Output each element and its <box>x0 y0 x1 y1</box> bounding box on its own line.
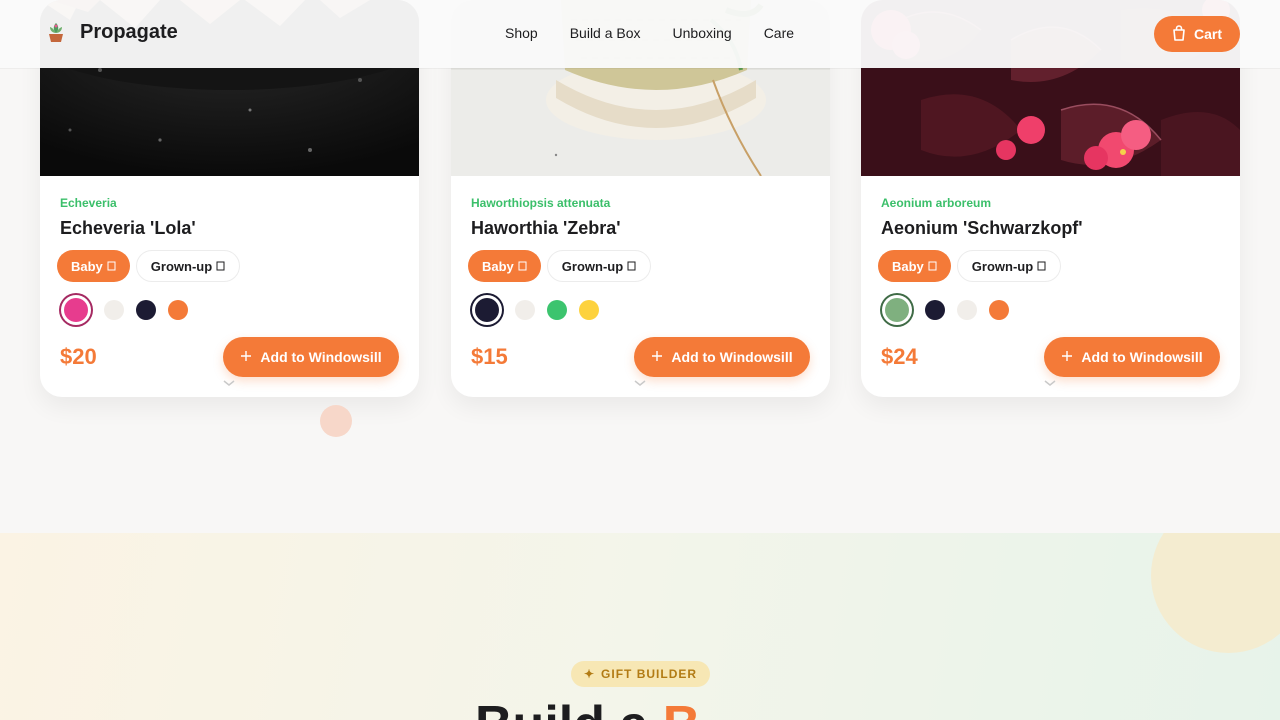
chevron-down-icon[interactable] <box>222 376 236 390</box>
title-start: Build a <box>475 696 648 720</box>
color-swatch-navy[interactable] <box>475 298 499 322</box>
color-swatch-pink[interactable] <box>64 298 88 322</box>
title-accent: B <box>663 696 701 720</box>
color-swatch-green[interactable] <box>547 300 567 320</box>
add-to-windowsill-button[interactable]: Add to Windowsill <box>223 337 399 377</box>
add-to-windowsill-button[interactable]: Add to Windowsill <box>1044 337 1220 377</box>
size-glyph-icon <box>216 259 225 274</box>
color-swatch-cream[interactable] <box>515 300 535 320</box>
add-button-label: Add to Windowsill <box>671 349 793 365</box>
size-label: Baby <box>71 258 103 274</box>
color-swatches <box>471 298 599 322</box>
size-label: Baby <box>482 258 514 274</box>
nav-unboxing[interactable]: Unboxing <box>673 25 732 41</box>
nav-care[interactable]: Care <box>764 25 794 41</box>
size-option-baby[interactable]: Baby <box>57 250 130 282</box>
color-swatch-sage[interactable] <box>885 298 909 322</box>
product-card-body: Aeonium arboreum Aeonium 'Schwarzkopf' B… <box>878 196 1220 377</box>
size-glyph-icon <box>518 259 527 274</box>
color-swatch-cream[interactable] <box>957 300 977 320</box>
product-card-body: Haworthiopsis attenuata Haworthia 'Zebra… <box>468 196 810 377</box>
chevron-down-icon[interactable] <box>633 376 647 390</box>
gift-builder-badge: ✦ GIFT BUILDER <box>571 661 710 687</box>
color-swatches <box>60 298 188 322</box>
main-nav: Shop Build a Box Unboxing Care <box>505 25 794 41</box>
nav-shop[interactable]: Shop <box>505 25 538 41</box>
size-glyph-icon <box>107 259 116 274</box>
botanical-name: Echeveria <box>60 196 117 210</box>
color-swatch-orange[interactable] <box>989 300 1009 320</box>
plus-icon <box>240 349 252 365</box>
cart-label: Cart <box>1193 26 1222 42</box>
succulent-logo-icon <box>44 20 68 44</box>
size-selector: Baby Grown-up <box>878 250 1062 282</box>
botanical-name: Haworthiopsis attenuata <box>471 196 611 210</box>
color-swatch-navy[interactable] <box>136 300 156 320</box>
size-label: Grown-up <box>971 258 1034 274</box>
product-price: $15 <box>471 344 508 369</box>
size-label: Baby <box>892 258 924 274</box>
brand-name: Propagate <box>80 20 178 43</box>
cart-button[interactable]: Cart <box>1154 16 1240 52</box>
brand[interactable]: Propagate <box>44 20 178 44</box>
section-title: Build a B <box>475 699 700 720</box>
size-glyph-icon <box>928 259 937 274</box>
product-price: $20 <box>60 344 97 369</box>
size-glyph-icon <box>1037 259 1046 274</box>
badge-label: GIFT BUILDER <box>601 667 698 681</box>
plus-icon <box>1061 349 1073 365</box>
product-title: Echeveria 'Lola' <box>60 218 196 238</box>
product-title: Aeonium 'Schwarzkopf' <box>881 218 1083 238</box>
size-option-baby[interactable]: Baby <box>878 250 951 282</box>
color-swatches <box>881 298 1009 322</box>
product-title: Haworthia 'Zebra' <box>471 218 621 238</box>
decorative-circle <box>1151 533 1280 653</box>
site-header: Propagate Shop Build a Box Unboxing Care… <box>0 0 1280 68</box>
botanical-name: Aeonium arboreum <box>881 196 992 210</box>
add-button-label: Add to Windowsill <box>260 349 382 365</box>
size-glyph-icon <box>627 259 636 274</box>
product-price: $24 <box>881 344 918 369</box>
color-swatch-orange[interactable] <box>168 300 188 320</box>
size-option-baby[interactable]: Baby <box>468 250 541 282</box>
color-swatch-cream[interactable] <box>104 300 124 320</box>
gift-builder-section: ✦ GIFT BUILDER Build a B <box>0 533 1280 720</box>
size-label: Grown-up <box>150 258 213 274</box>
size-option-grown-up[interactable]: Grown-up <box>956 250 1062 282</box>
chevron-down-icon[interactable] <box>1043 376 1057 390</box>
size-option-grown-up[interactable]: Grown-up <box>135 250 241 282</box>
color-swatch-yellow[interactable] <box>579 300 599 320</box>
decorative-dot <box>320 405 352 437</box>
nav-build-a-box[interactable]: Build a Box <box>570 25 641 41</box>
add-button-label: Add to Windowsill <box>1081 349 1203 365</box>
sparkle-icon: ✦ <box>583 667 596 681</box>
add-to-windowsill-button[interactable]: Add to Windowsill <box>634 337 810 377</box>
color-swatch-navy[interactable] <box>925 300 945 320</box>
size-option-grown-up[interactable]: Grown-up <box>546 250 652 282</box>
size-selector: Baby Grown-up <box>57 250 241 282</box>
plus-icon <box>651 349 663 365</box>
size-selector: Baby Grown-up <box>468 250 652 282</box>
product-card-body: Echeveria Echeveria 'Lola' Baby Grown-up… <box>57 196 399 377</box>
shopping-bag-icon <box>1172 24 1186 44</box>
size-label: Grown-up <box>561 258 624 274</box>
